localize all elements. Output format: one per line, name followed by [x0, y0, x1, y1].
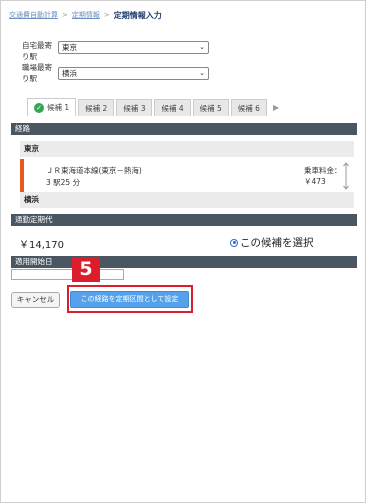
tab-candidate-2[interactable]: 候補 2	[78, 99, 115, 116]
cancel-button[interactable]: キャンセル	[11, 292, 60, 308]
tab-label: 候補 6	[237, 103, 260, 113]
fare-value: ￥473	[304, 177, 326, 186]
tab-candidate-3[interactable]: 候補 3	[116, 99, 153, 116]
tab-label: 候補 1	[47, 103, 70, 112]
fare-label: 乗車料金：	[304, 166, 342, 175]
work-station-value: 横浜	[62, 69, 77, 78]
breadcrumb-link-pass-info[interactable]: 定期情報	[72, 10, 100, 20]
route-line-name: ＪＲ東海道本線(東京－熱海)	[46, 166, 142, 175]
start-date-section-header: 適用開始日	[11, 256, 357, 268]
page-title: 定期情報入力	[113, 10, 162, 20]
home-station-label: 自宅最寄 り駅	[22, 40, 58, 62]
breadcrumb-separator: >	[103, 11, 110, 19]
tab-label: 候補 3	[123, 103, 146, 113]
work-station-label-line1: 職場最寄	[22, 63, 52, 72]
chevron-down-icon: ⌄	[199, 69, 205, 77]
select-candidate-label: この候補を選択	[240, 237, 314, 249]
tab-candidate-5[interactable]: 候補 5	[192, 99, 229, 116]
tab-label: 候補 4	[161, 103, 184, 113]
check-icon: ✓	[34, 102, 44, 113]
route-to-station: 横浜	[20, 192, 354, 208]
radio-selected-icon	[230, 238, 238, 247]
breadcrumb-separator: >	[62, 11, 68, 19]
work-station-select[interactable]: 横浜 ⌄	[58, 67, 209, 80]
set-route-button[interactable]: この経路を定期区間として設定	[70, 291, 189, 308]
breadcrumb: 交通費自動計算 > 定期情報 > 定期情報入力	[9, 8, 162, 22]
route-from-station: 東京	[20, 141, 354, 157]
tab-label: 候補 5	[199, 103, 222, 113]
home-station-value: 東京	[62, 43, 77, 52]
home-station-label-line1: 自宅最寄	[22, 41, 52, 50]
tab-candidate-1[interactable]: ✓ 候補 1	[27, 98, 77, 116]
tab-label: 候補 2	[85, 103, 108, 113]
route-section-header: 経路	[11, 123, 357, 135]
chevron-down-icon: ⌄	[199, 43, 205, 51]
home-station-label-line2: り駅	[22, 52, 37, 61]
home-station-select[interactable]: 東京 ⌄	[58, 41, 209, 54]
breadcrumb-link-auto-calc[interactable]: 交通費自動計算	[9, 10, 58, 20]
tab-candidate-6[interactable]: 候補 6	[230, 99, 267, 116]
candidate-tabs: ✓ 候補 1 候補 2 候補 3 候補 4 候補 5 候補 6 ▶	[27, 98, 279, 116]
route-duration: 3 駅25 分	[46, 178, 81, 187]
work-station-label-line2: り駅	[22, 74, 37, 83]
select-candidate-radio[interactable]: この候補を選択	[230, 235, 314, 250]
commuter-pass-section-header: 通勤定期代	[11, 214, 357, 226]
tab-candidate-4[interactable]: 候補 4	[154, 99, 191, 116]
route-segment: ＪＲ東海道本線(東京－熱海) 3 駅25 分 乗車料金： ￥473	[20, 159, 354, 193]
work-station-label: 職場最寄 り駅	[22, 62, 58, 84]
double-arrow-icon	[343, 162, 349, 190]
start-date-input[interactable]	[11, 269, 124, 280]
line-color-bar	[20, 159, 24, 192]
step-number-badge: 5	[72, 257, 100, 282]
next-tabs-arrow-icon[interactable]: ▶	[273, 103, 279, 112]
commuter-pass-price: ￥14,170	[19, 240, 64, 251]
